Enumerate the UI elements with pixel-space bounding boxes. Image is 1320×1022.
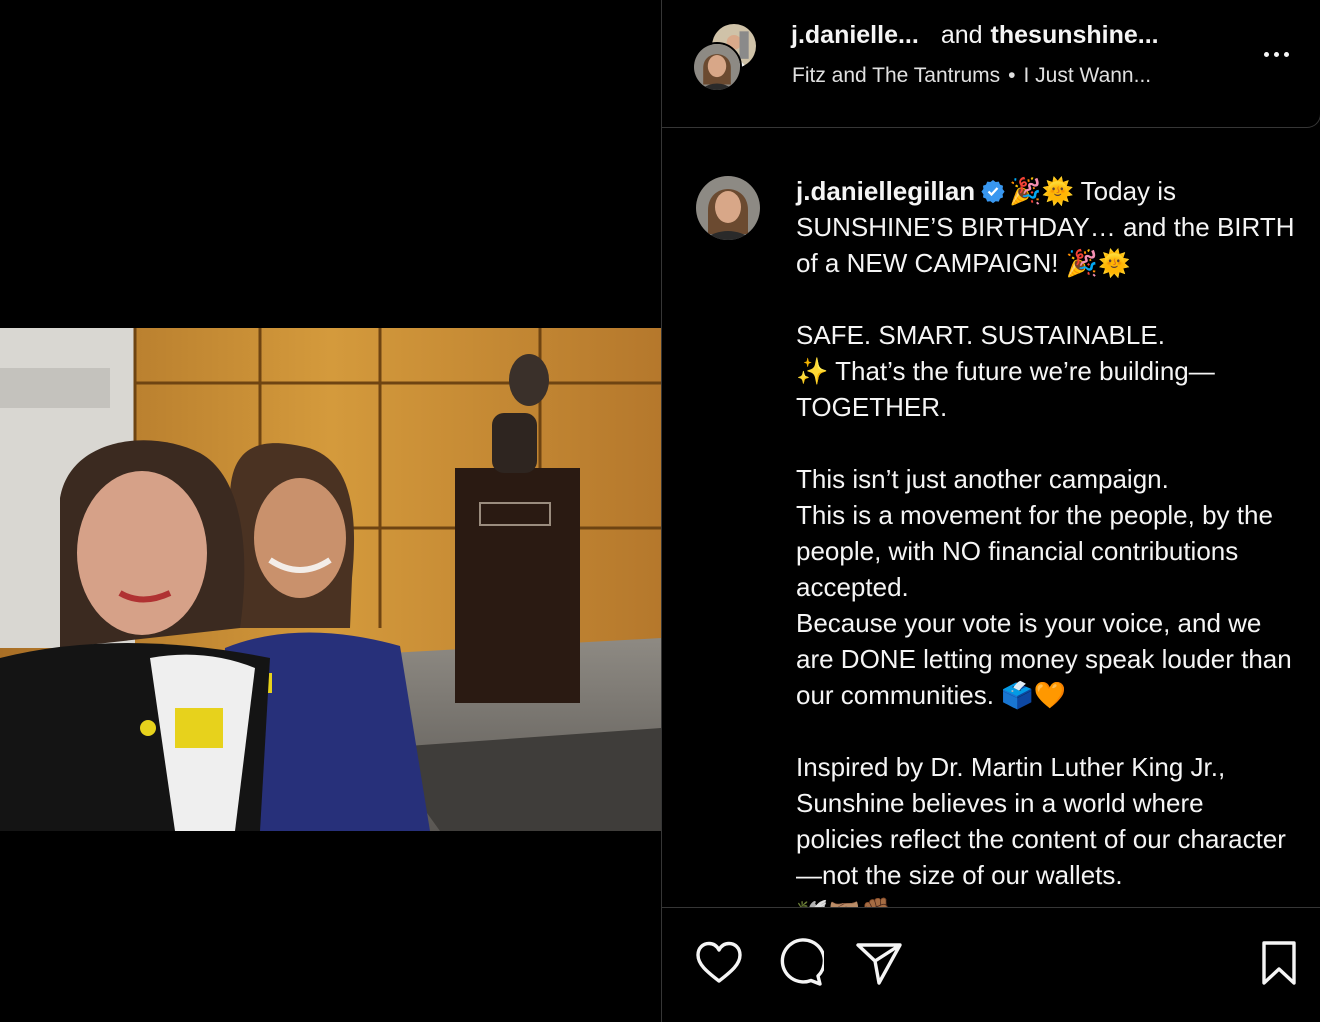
post-action-bar (662, 907, 1320, 1022)
comment-button[interactable] (774, 938, 824, 988)
caption-paragraph-5: This is a movement for the people, by th… (796, 500, 1273, 602)
caption-first-paragraph: j.daniellegillan 🎉🌞 Today is SUNSHINE’S B… (796, 173, 1296, 281)
caption-paragraph-7: Inspired by Dr. Martin Luther King Jr., … (796, 752, 1286, 890)
caption-paragraph-2: SAFE. SMART. SUSTAINABLE. (796, 320, 1165, 350)
audio-separator: • (1008, 64, 1016, 87)
audio-info[interactable]: Fitz and The Tantrums • I Just Wann... (792, 64, 1151, 88)
share-button[interactable] (854, 938, 904, 988)
collab-usernames: j.danielle... and thesunshine... (791, 21, 1159, 50)
caption-paragraph-8: 🕊️🤝🏽✊🏾 (796, 893, 1296, 907)
audio-title[interactable]: I Just Wann... (1024, 64, 1152, 87)
more-dot (1263, 51, 1269, 57)
post-side-panel: j.danielle... and thesunshine... Fitz and … (661, 0, 1320, 1022)
username-2[interactable]: thesunshine... (991, 21, 1159, 49)
media-pane (0, 0, 661, 1022)
caption-area: j.daniellegillan 🎉🌞 Today is SUNSHINE’S B… (662, 129, 1320, 907)
like-button[interactable] (694, 938, 744, 988)
username-1[interactable]: j.danielle... (791, 21, 919, 49)
more-dot (1283, 51, 1289, 57)
paper-plane-icon (856, 943, 902, 985)
comment-icon (780, 938, 824, 986)
caption-paragraph-3: ✨ That’s the future we’re building—TOGET… (796, 356, 1215, 422)
caption-paragraph-6: Because your vote is your voice, and we … (796, 608, 1292, 710)
bookmark-icon (1262, 941, 1296, 985)
caption-avatar[interactable] (696, 176, 760, 240)
more-dot (1273, 51, 1279, 57)
collab-avatars[interactable] (692, 22, 762, 92)
caption-paragraph-4: This isn’t just another campaign. (796, 464, 1169, 494)
post-photo[interactable] (0, 328, 661, 831)
and-connector: and (940, 21, 983, 49)
post-header: j.danielle... and thesunshine... Fitz and … (662, 0, 1320, 128)
post-caption: j.daniellegillan 🎉🌞 Today is SUNSHINE’S B… (796, 173, 1296, 907)
avatar-j-daniellegillan[interactable] (692, 42, 742, 92)
verified-badge-icon (981, 180, 1005, 203)
audio-artist[interactable]: Fitz and The Tantrums (792, 64, 1000, 87)
save-button[interactable] (1254, 938, 1304, 988)
heart-icon (696, 941, 742, 983)
caption-username[interactable]: j.daniellegillan (796, 176, 975, 206)
more-options-icon[interactable] (1256, 40, 1296, 68)
photo-illustration (0, 328, 661, 831)
